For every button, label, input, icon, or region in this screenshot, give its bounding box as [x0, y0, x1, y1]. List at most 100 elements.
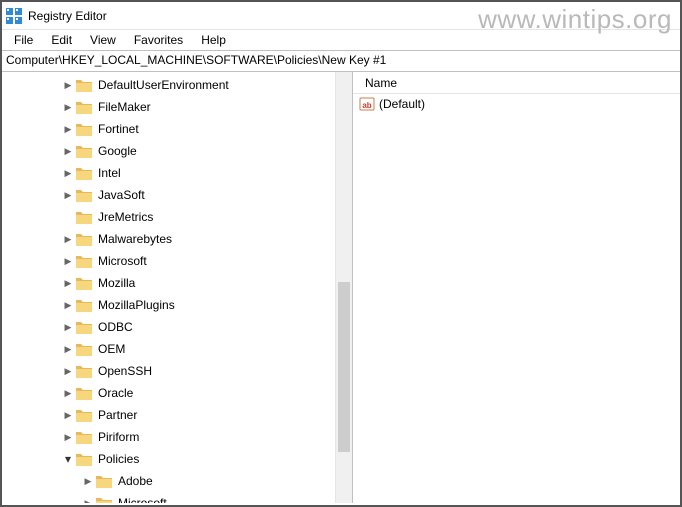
- tree-item-label: Fortinet: [96, 121, 141, 137]
- window-title: Registry Editor: [28, 9, 107, 23]
- expand-icon[interactable]: ▶: [82, 498, 94, 504]
- registry-tree[interactable]: ▶ DefaultUserEnvironment▶ FileMaker▶ For…: [2, 72, 335, 503]
- tree-item[interactable]: ▶ Oracle: [2, 382, 335, 404]
- folder-icon: [76, 123, 92, 136]
- expand-icon[interactable]: ▶: [62, 234, 74, 245]
- tree-item-label: Piriform: [96, 429, 141, 445]
- tree-item-label: Partner: [96, 407, 139, 423]
- tree-item[interactable]: ▶ Partner: [2, 404, 335, 426]
- tree-item-label: DefaultUserEnvironment: [96, 77, 231, 93]
- expand-icon[interactable]: ▶: [62, 146, 74, 157]
- tree-item-label: Adobe: [116, 473, 155, 489]
- folder-icon: [76, 255, 92, 268]
- folder-icon: [76, 299, 92, 312]
- tree-item-label: OEM: [96, 341, 127, 357]
- tree-item[interactable]: ▶ Piriform: [2, 426, 335, 448]
- tree-item-label: Policies: [96, 451, 141, 467]
- tree-item-label: Microsoft: [116, 495, 169, 503]
- folder-icon: [76, 79, 92, 92]
- expand-icon[interactable]: ▶: [62, 102, 74, 113]
- content-area: ▶ DefaultUserEnvironment▶ FileMaker▶ For…: [2, 72, 680, 503]
- tree-item-label: MozillaPlugins: [96, 297, 177, 313]
- tree-item-label: JavaSoft: [96, 187, 147, 203]
- tree-scrollbar-thumb[interactable]: [338, 282, 350, 452]
- column-name[interactable]: Name: [359, 74, 403, 92]
- tree-item[interactable]: ▶ FileMaker: [2, 96, 335, 118]
- folder-icon: [96, 497, 112, 504]
- folder-icon: [76, 277, 92, 290]
- folder-icon: [76, 431, 92, 444]
- expand-icon[interactable]: ▶: [62, 300, 74, 311]
- tree-item[interactable]: ▶ ODBC: [2, 316, 335, 338]
- folder-icon: [76, 387, 92, 400]
- folder-icon: [76, 409, 92, 422]
- value-pane: Name ab (Default): [353, 72, 680, 503]
- tree-pane: ▶ DefaultUserEnvironment▶ FileMaker▶ For…: [2, 72, 353, 503]
- tree-item-label: Intel: [96, 165, 123, 181]
- folder-icon: [76, 233, 92, 246]
- tree-item-label: Google: [96, 143, 139, 159]
- tree-item[interactable]: ▶ Microsoft: [2, 492, 335, 503]
- tree-item[interactable]: ▶ JavaSoft: [2, 184, 335, 206]
- folder-icon: [76, 101, 92, 114]
- menu-file[interactable]: File: [6, 31, 41, 49]
- tree-item-label: Oracle: [96, 385, 135, 401]
- expand-icon[interactable]: ▶: [62, 278, 74, 289]
- expand-icon[interactable]: ▶: [62, 366, 74, 377]
- expand-icon[interactable]: ▶: [82, 476, 94, 487]
- folder-icon: [76, 365, 92, 378]
- expand-icon[interactable]: ▶: [62, 256, 74, 267]
- folder-icon: [76, 189, 92, 202]
- expand-icon[interactable]: ▶: [62, 190, 74, 201]
- tree-item-label: ODBC: [96, 319, 135, 335]
- expand-icon[interactable]: ▶: [62, 388, 74, 399]
- tree-item[interactable]: ▶ Malwarebytes: [2, 228, 335, 250]
- svg-text:ab: ab: [362, 101, 371, 110]
- expand-icon[interactable]: ▶: [62, 168, 74, 179]
- tree-item[interactable]: JreMetrics: [2, 206, 335, 228]
- tree-item-label: FileMaker: [96, 99, 153, 115]
- expand-icon[interactable]: ▶: [62, 432, 74, 443]
- value-row-default[interactable]: ab (Default): [353, 94, 680, 114]
- menu-bar: File Edit View Favorites Help: [2, 30, 680, 50]
- expand-icon[interactable]: ▶: [62, 410, 74, 421]
- tree-item[interactable]: ▶ Fortinet: [2, 118, 335, 140]
- menu-help[interactable]: Help: [193, 31, 234, 49]
- tree-item-label: Malwarebytes: [96, 231, 174, 247]
- folder-icon: [76, 321, 92, 334]
- expand-icon[interactable]: ▶: [62, 322, 74, 333]
- tree-item[interactable]: ▶ Google: [2, 140, 335, 162]
- value-header[interactable]: Name: [353, 72, 680, 94]
- expand-icon[interactable]: ▶: [62, 80, 74, 91]
- tree-item[interactable]: ▶ Adobe: [2, 470, 335, 492]
- address-bar[interactable]: Computer\HKEY_LOCAL_MACHINE\SOFTWARE\Pol…: [2, 50, 680, 72]
- folder-icon: [76, 453, 92, 466]
- folder-icon: [76, 211, 92, 224]
- tree-item[interactable]: ▾ Policies: [2, 448, 335, 470]
- string-value-icon: ab: [359, 96, 375, 112]
- tree-item[interactable]: ▶ DefaultUserEnvironment: [2, 74, 335, 96]
- expand-icon[interactable]: ▶: [62, 124, 74, 135]
- menu-edit[interactable]: Edit: [43, 31, 80, 49]
- tree-item[interactable]: ▶ OpenSSH: [2, 360, 335, 382]
- title-bar: Registry Editor: [2, 2, 680, 30]
- menu-favorites[interactable]: Favorites: [126, 31, 191, 49]
- tree-item[interactable]: ▶ OEM: [2, 338, 335, 360]
- tree-item-label: Microsoft: [96, 253, 149, 269]
- tree-scrollbar[interactable]: [335, 72, 352, 503]
- folder-icon: [76, 145, 92, 158]
- tree-item[interactable]: ▶ Intel: [2, 162, 335, 184]
- tree-item[interactable]: ▶ MozillaPlugins: [2, 294, 335, 316]
- tree-item-label: OpenSSH: [96, 363, 154, 379]
- folder-icon: [96, 475, 112, 488]
- tree-item-label: Mozilla: [96, 275, 137, 291]
- tree-item[interactable]: ▶ Mozilla: [2, 272, 335, 294]
- regedit-icon: [6, 8, 22, 24]
- collapse-icon[interactable]: ▾: [62, 452, 74, 466]
- folder-icon: [76, 167, 92, 180]
- menu-view[interactable]: View: [82, 31, 124, 49]
- folder-icon: [76, 343, 92, 356]
- value-name: (Default): [379, 97, 425, 111]
- expand-icon[interactable]: ▶: [62, 344, 74, 355]
- tree-item[interactable]: ▶ Microsoft: [2, 250, 335, 272]
